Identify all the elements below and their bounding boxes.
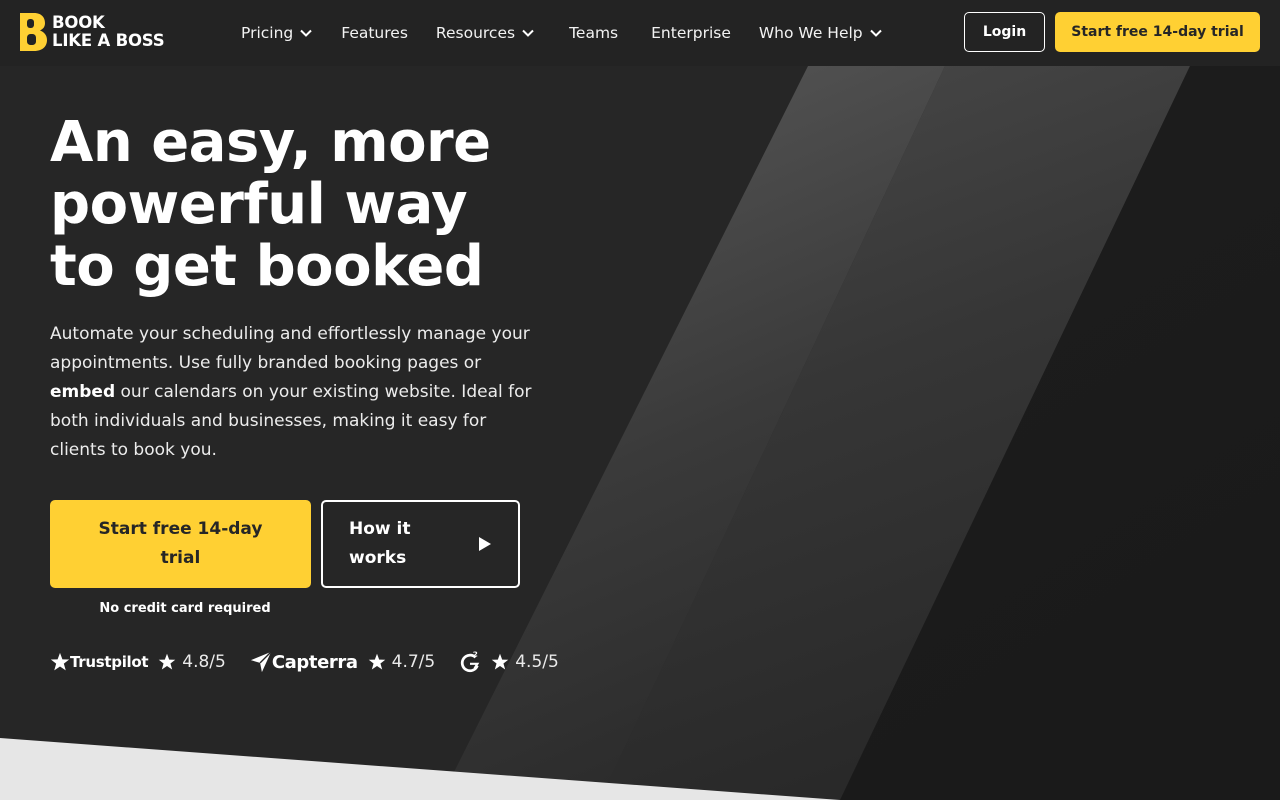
score-value: 4.5/5	[515, 652, 559, 672]
rating-capterra[interactable]: Capterra 4.7/5	[250, 651, 435, 673]
nav-item-enterprise[interactable]: Enterprise	[651, 24, 731, 42]
how-it-works-label: How it works	[349, 519, 411, 568]
nav-item-label: Who We Help	[758, 24, 863, 42]
nav-item-pricing[interactable]: Pricing	[241, 24, 313, 42]
rating-g2[interactable]: 2 4.5/5	[459, 650, 559, 674]
nav-item-who-we-help[interactable]: Who We Help	[759, 24, 883, 42]
how-it-works-button[interactable]: How it works	[321, 500, 520, 588]
nav-item-resources[interactable]: Resources	[436, 24, 535, 42]
hero-description: Automate your scheduling and effortlessl…	[50, 320, 540, 465]
hero-section: An easy, more powerful way to get booked…	[50, 112, 550, 465]
start-trial-header-button[interactable]: Start free 14-day trial	[1055, 12, 1260, 52]
hero-cta-row: Start free 14-day trial How it works	[50, 500, 520, 588]
ratings-row: Trustpilot 4.8/5 Capterra 4.7/5 2 4.5/5	[50, 650, 583, 674]
logo-line2: LIKE A BOSS	[52, 31, 165, 50]
star-icon	[491, 653, 509, 670]
hero-desc-part2: our calendars on your existing website. …	[50, 382, 532, 460]
section-divider-wedge	[0, 738, 840, 800]
logo-b-icon	[20, 13, 47, 51]
hero-desc-embed: embed	[50, 382, 116, 402]
login-button[interactable]: Login	[964, 12, 1045, 52]
score-value: 4.8/5	[182, 652, 226, 672]
capterra-score: 4.7/5	[368, 652, 436, 672]
nav-item-label: Teams	[569, 24, 619, 42]
nav-item-features[interactable]: Features	[341, 24, 408, 42]
logo-line1: BOOK	[52, 13, 105, 32]
nav-item-label: Resources	[435, 24, 516, 42]
hero-title: An easy, more powerful way to get booked	[50, 110, 491, 299]
start-trial-button[interactable]: Start free 14-day trial	[50, 500, 311, 588]
hero-desc-part1: Automate your scheduling and effortlessl…	[50, 324, 530, 373]
nav-item-label: Pricing	[241, 24, 294, 42]
chevron-down-icon	[522, 29, 534, 37]
nav-item-teams[interactable]: Teams	[569, 24, 618, 42]
rating-trustpilot[interactable]: Trustpilot 4.8/5	[50, 652, 226, 672]
play-icon	[479, 537, 491, 551]
trustpilot-logo: Trustpilot	[50, 652, 149, 672]
capterra-logo: Capterra	[250, 651, 358, 673]
no-credit-card-note: No credit card required	[99, 601, 271, 616]
star-icon	[159, 653, 176, 670]
g2-logo: 2	[459, 650, 481, 674]
nav-item-label: Enterprise	[651, 24, 731, 42]
logo-text: BOOK LIKE A BOSS	[52, 13, 165, 50]
g2-logo-icon: 2	[461, 650, 480, 673]
svg-text:2: 2	[473, 650, 478, 659]
logo[interactable]: BOOK LIKE A BOSS	[20, 13, 165, 51]
star-icon	[368, 653, 385, 670]
capterra-arrow-icon	[250, 651, 272, 673]
trustpilot-name: Trustpilot	[70, 653, 149, 671]
capterra-name: Capterra	[271, 651, 358, 673]
trustpilot-star-icon	[50, 652, 70, 671]
score-value: 4.7/5	[391, 652, 436, 672]
trustpilot-score: 4.8/5	[158, 652, 226, 672]
chevron-down-icon	[869, 29, 882, 37]
nav-item-label: Features	[341, 24, 408, 42]
g2-score: 4.5/5	[491, 652, 559, 672]
chevron-down-icon	[300, 29, 312, 37]
main-nav: Pricing Features Resources Teams Enterpr…	[241, 0, 911, 66]
site-header: BOOK LIKE A BOSS Pricing Features Resour…	[0, 0, 1280, 66]
